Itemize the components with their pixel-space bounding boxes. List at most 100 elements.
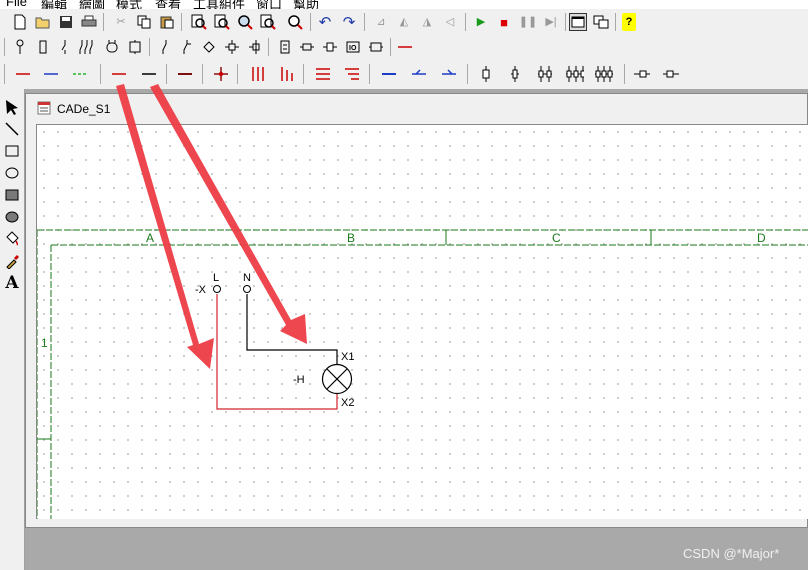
print-icon[interactable] <box>80 13 98 31</box>
blue-line-icon[interactable] <box>380 65 398 83</box>
terminal-symbol-icon[interactable] <box>11 38 29 56</box>
red-line-icon[interactable] <box>396 38 414 56</box>
document-window[interactable]: CADe_S1 A B C D 1 L N -X -H X1 X2 <box>25 93 808 528</box>
junction-icon[interactable] <box>200 38 218 56</box>
menu-tools[interactable]: 工具組件 <box>193 0 245 9</box>
triple-pole-icon[interactable] <box>536 65 554 83</box>
zoom-fit-icon[interactable] <box>213 13 231 31</box>
mirror-icon[interactable]: ◭ <box>395 13 413 31</box>
align-right-icon[interactable]: ◁ <box>441 13 459 31</box>
lamp-symbol[interactable] <box>321 363 353 395</box>
double-pole-icon[interactable] <box>506 65 524 83</box>
red-wire-icon[interactable] <box>14 65 32 83</box>
frame-column-label-a: A <box>146 231 154 245</box>
ellipse-tool-icon[interactable] <box>2 163 22 183</box>
help-icon[interactable]: ? <box>622 13 636 31</box>
zoom-area-icon[interactable] <box>190 13 208 31</box>
stop-icon[interactable]: ■ <box>495 13 513 31</box>
step-icon[interactable]: ▶| <box>542 13 560 31</box>
green-wire-icon[interactable] <box>71 65 89 83</box>
frame-row-label-1: 1 <box>41 336 48 350</box>
line-tool-icon[interactable] <box>2 119 22 139</box>
open-folder-icon[interactable] <box>34 13 52 31</box>
terminal-l[interactable] <box>213 285 221 293</box>
three-phase-bus-icon[interactable] <box>249 65 267 83</box>
red-wire-selected-icon[interactable] <box>110 65 128 83</box>
multi-line-icon[interactable] <box>314 65 332 83</box>
module-symbol-icon[interactable] <box>367 38 385 56</box>
schematic-canvas[interactable]: A B C D 1 L N -X -H X1 X2 <box>36 124 808 519</box>
flip-icon[interactable]: ◮ <box>418 13 436 31</box>
connector-male-icon[interactable] <box>633 65 651 83</box>
menu-edit[interactable]: 編輯 <box>41 0 67 9</box>
save-icon[interactable] <box>57 13 75 31</box>
zoom-search-icon[interactable] <box>236 13 254 31</box>
neutral-wire-black[interactable] <box>246 294 338 364</box>
menu-window[interactable]: 窗口 <box>256 0 282 9</box>
blue-tee-icon[interactable] <box>440 65 458 83</box>
filled-ellipse-tool-icon[interactable] <box>2 207 22 227</box>
contact-block-icon[interactable] <box>126 38 144 56</box>
menu-help[interactable]: 幫助 <box>293 0 319 9</box>
black-wire-icon[interactable] <box>140 65 158 83</box>
brown-wire-icon[interactable] <box>176 65 194 83</box>
lamp-tag: -H <box>293 374 305 386</box>
text-tool-icon[interactable]: A <box>2 273 22 293</box>
color-picker-icon[interactable] <box>2 251 22 271</box>
menu-draw[interactable]: 繪圖 <box>79 0 105 9</box>
filled-rectangle-tool-icon[interactable] <box>2 185 22 205</box>
window-tile-icon[interactable] <box>592 13 610 31</box>
rectangle-tool-icon[interactable] <box>2 141 22 161</box>
window-mode-icon[interactable] <box>569 13 587 31</box>
blue-wire-icon[interactable] <box>42 65 60 83</box>
cross-connect-icon[interactable] <box>223 38 241 56</box>
drawing-frame <box>37 229 808 519</box>
pointer-icon[interactable] <box>2 97 22 117</box>
tee-connect-icon[interactable] <box>247 38 265 56</box>
align-left-icon[interactable]: ⊿ <box>372 13 390 31</box>
nc-contact-icon[interactable] <box>178 38 196 56</box>
zoom-page-icon[interactable] <box>259 13 277 31</box>
three-phase-tap-icon[interactable] <box>278 65 296 83</box>
toolbar-separator <box>467 64 468 84</box>
main-toolbar: ✂ ↶ ↷ ⊿ ◭ ◮ ◁ ▶ ■ ❚❚ ▶| ? <box>0 9 808 36</box>
terminal-n-label: N <box>243 272 251 284</box>
cut-icon[interactable]: ✂ <box>112 13 130 31</box>
redo-icon[interactable]: ↷ <box>340 13 358 31</box>
phase-wire-red[interactable] <box>216 294 338 410</box>
undo-icon[interactable]: ↶ <box>316 13 334 31</box>
fuse-symbol-icon[interactable] <box>34 38 52 56</box>
document-title-bar[interactable]: CADe_S1 <box>26 94 807 122</box>
line-toolbar <box>0 59 808 90</box>
relay-symbol-icon[interactable] <box>276 38 294 56</box>
document-title: CADe_S1 <box>57 102 111 116</box>
coil-symbol-icon[interactable] <box>103 38 121 56</box>
five-pole-icon[interactable] <box>595 65 613 83</box>
zoom-pan-icon[interactable] <box>286 13 304 31</box>
run-icon[interactable]: ▶ <box>472 13 490 31</box>
toolbar-separator <box>369 64 370 84</box>
menu-file[interactable]: File <box>6 0 27 9</box>
copy-icon[interactable] <box>135 13 153 31</box>
menu-view[interactable]: 查看 <box>155 0 181 9</box>
fill-bucket-icon[interactable] <box>2 229 22 249</box>
single-pole-icon[interactable] <box>477 65 495 83</box>
paste-icon[interactable] <box>158 13 176 31</box>
red-node-icon[interactable] <box>212 65 230 83</box>
pause-icon[interactable]: ❚❚ <box>519 13 537 31</box>
blue-tap-icon[interactable] <box>410 65 428 83</box>
switch-symbol-icon[interactable] <box>56 38 74 56</box>
plug-symbol-icon[interactable] <box>321 38 339 56</box>
multi-line-tap-icon[interactable] <box>343 65 361 83</box>
io-symbol-icon[interactable]: IO <box>344 38 362 56</box>
new-file-icon[interactable] <box>11 13 29 31</box>
connector-female-icon[interactable] <box>662 65 680 83</box>
connector-symbol-icon[interactable] <box>298 38 316 56</box>
frame-column-label-b: B <box>347 231 355 245</box>
four-pole-icon[interactable] <box>566 65 584 83</box>
multi-switch-symbol-icon[interactable] <box>79 38 97 56</box>
terminal-n[interactable] <box>243 285 251 293</box>
toolbar-separator <box>565 13 566 31</box>
no-contact-icon[interactable] <box>156 38 174 56</box>
menu-mode[interactable]: 模式 <box>116 0 142 9</box>
